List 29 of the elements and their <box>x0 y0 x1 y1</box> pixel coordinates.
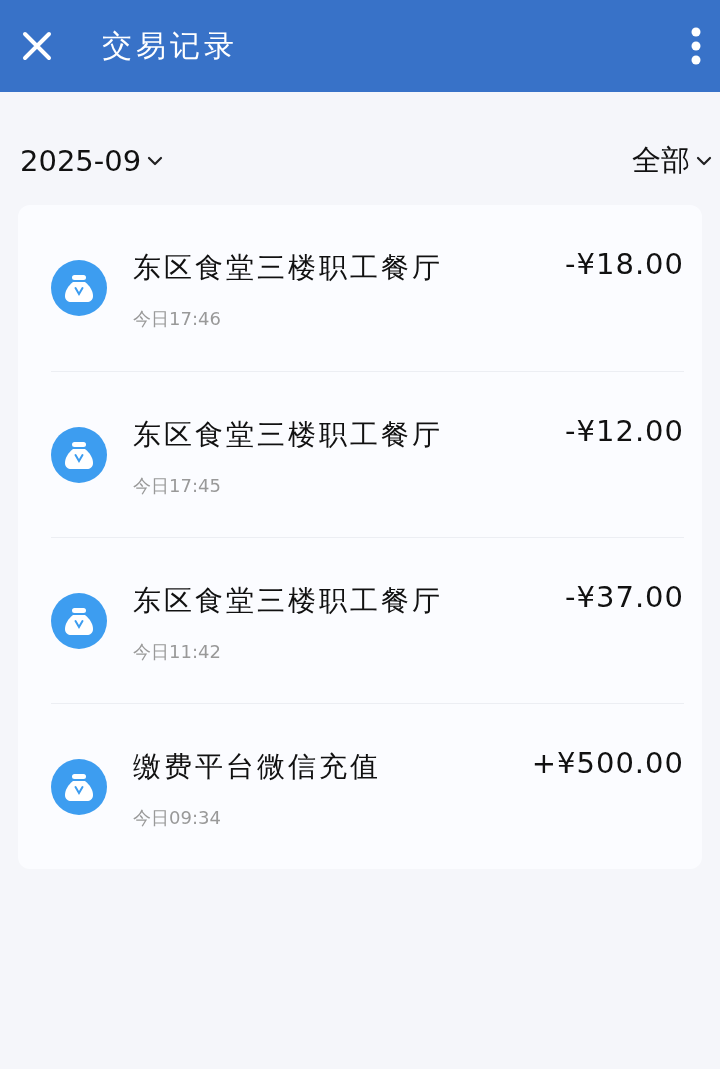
more-vertical-icon <box>691 27 701 65</box>
transaction-time: 今日17:46 <box>133 307 221 331</box>
transaction-row[interactable]: 东区食堂三楼职工餐厅 今日17:46 -¥18.00 <box>51 205 684 371</box>
transaction-amount: -¥18.00 <box>565 247 684 281</box>
transaction-amount: +¥500.00 <box>531 746 684 780</box>
more-button[interactable] <box>691 27 701 65</box>
month-selector[interactable]: 2025-09 <box>20 144 164 178</box>
chevron-down-icon <box>696 156 712 166</box>
type-filter[interactable]: 全部 <box>632 141 712 181</box>
transaction-amount: -¥37.00 <box>565 580 684 614</box>
transaction-row[interactable]: 缴费平台微信充值 今日09:34 +¥500.00 <box>51 703 684 869</box>
transaction-time: 今日11:42 <box>133 639 221 664</box>
close-button[interactable] <box>22 31 52 61</box>
merchant-name: 东区食堂三楼职工餐厅 <box>133 582 443 619</box>
money-bag-icon <box>51 426 107 483</box>
chevron-down-icon <box>147 156 164 166</box>
transaction-time: 今日09:34 <box>133 805 221 830</box>
transaction-row[interactable]: 东区食堂三楼职工餐厅 今日17:45 -¥12.00 <box>51 371 684 537</box>
merchant-name: 东区食堂三楼职工餐厅 <box>133 416 443 453</box>
transaction-row[interactable]: 东区食堂三楼职工餐厅 今日11:42 -¥37.00 <box>51 537 684 703</box>
close-icon <box>22 31 52 61</box>
merchant-name: 缴费平台微信充值 <box>133 748 381 785</box>
money-bag-icon <box>51 260 107 316</box>
money-bag-icon <box>51 758 107 815</box>
transaction-time: 今日17:45 <box>133 473 221 498</box>
money-bag-icon <box>51 592 107 649</box>
transaction-amount: -¥12.00 <box>565 414 684 448</box>
page-title: 交易记录 <box>102 26 238 65</box>
merchant-name: 东区食堂三楼职工餐厅 <box>133 250 443 286</box>
